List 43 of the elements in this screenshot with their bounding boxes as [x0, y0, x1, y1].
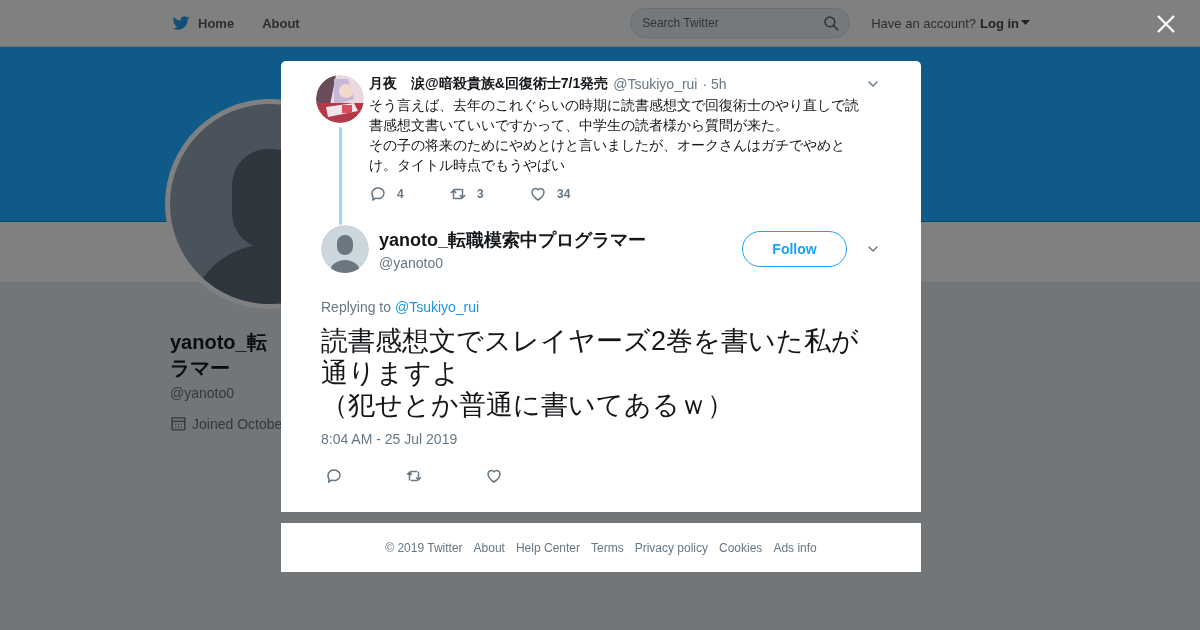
- bird-icon: [170, 13, 192, 33]
- reply-count[interactable]: 4: [369, 185, 449, 203]
- profile-handle: @yanoto0: [170, 385, 236, 401]
- retweet-count[interactable]: 3: [449, 185, 529, 203]
- calendar-icon: [170, 415, 187, 432]
- footer-link[interactable]: Privacy policy: [634, 540, 708, 555]
- copyright: © 2019 Twitter: [385, 540, 463, 555]
- footer-link[interactable]: Cookies: [719, 540, 763, 555]
- replying-to: Replying to @Tsukiyo_rui: [321, 299, 481, 315]
- close-icon[interactable]: [1156, 14, 1176, 34]
- tweet-text-line: 読書感想文でスレイヤーズ2巻を書いた私が: [321, 325, 861, 357]
- author-handle: @yanoto0: [379, 254, 445, 271]
- author-name: 月夜 涙@暗殺貴族&回復術士7/1発売: [369, 75, 609, 93]
- search-field[interactable]: Search Twitter: [630, 8, 851, 38]
- author-handle: @Tsukiyo_rui: [613, 76, 698, 92]
- footer-link[interactable]: About: [473, 540, 505, 555]
- footer-link[interactable]: Terms: [591, 540, 624, 555]
- reply-icon: [369, 185, 387, 203]
- nav-link[interactable]: About: [262, 15, 300, 31]
- tweet-text: そう言えば、去年のこれぐらいの時期に読書感想文で回復術士のやり直しで読書感想文書いていいですかって、中学生の読者様から質問が来た。: [369, 96, 860, 135]
- follow-button[interactable]: Follow: [742, 231, 847, 267]
- login-link[interactable]: Log in: [980, 15, 1030, 31]
- avatar: [321, 225, 369, 273]
- nav-link[interactable]: Home: [170, 13, 235, 33]
- caret-icon: [1021, 20, 1030, 26]
- footer-link[interactable]: Help Center: [515, 540, 580, 555]
- like-count[interactable]: 34: [529, 185, 609, 203]
- tweet-timestamp: 8:04 AM - 25 Jul 2019: [321, 431, 459, 447]
- profile-name: ラマー: [170, 356, 231, 381]
- heart-icon: [529, 185, 547, 203]
- mention-link[interactable]: @Tsukiyo_rui: [394, 299, 480, 315]
- reply-icon[interactable]: [325, 467, 343, 485]
- tweet-text-line: 通りますよ: [321, 357, 461, 389]
- account-prompt: Have an account?: [871, 15, 976, 31]
- author-name: yanoto_転職模索中プログラマー: [379, 228, 646, 252]
- search-icon: [822, 14, 841, 32]
- tweet-text-line: （犯せとか普通に書いてあるｗ）: [321, 389, 735, 421]
- profile-name: yanoto_転: [170, 330, 268, 355]
- footer-link[interactable]: Ads info: [773, 540, 817, 555]
- heart-icon[interactable]: [485, 467, 503, 485]
- tweet-time: · 5h: [702, 76, 727, 92]
- joined-date: Joined Octobe: [192, 415, 283, 432]
- tweet-text: その子の将来のためにやめとけと言いましたが、オークさんはガチでやめとけ。タイトル時点でもうやばい: [369, 136, 846, 175]
